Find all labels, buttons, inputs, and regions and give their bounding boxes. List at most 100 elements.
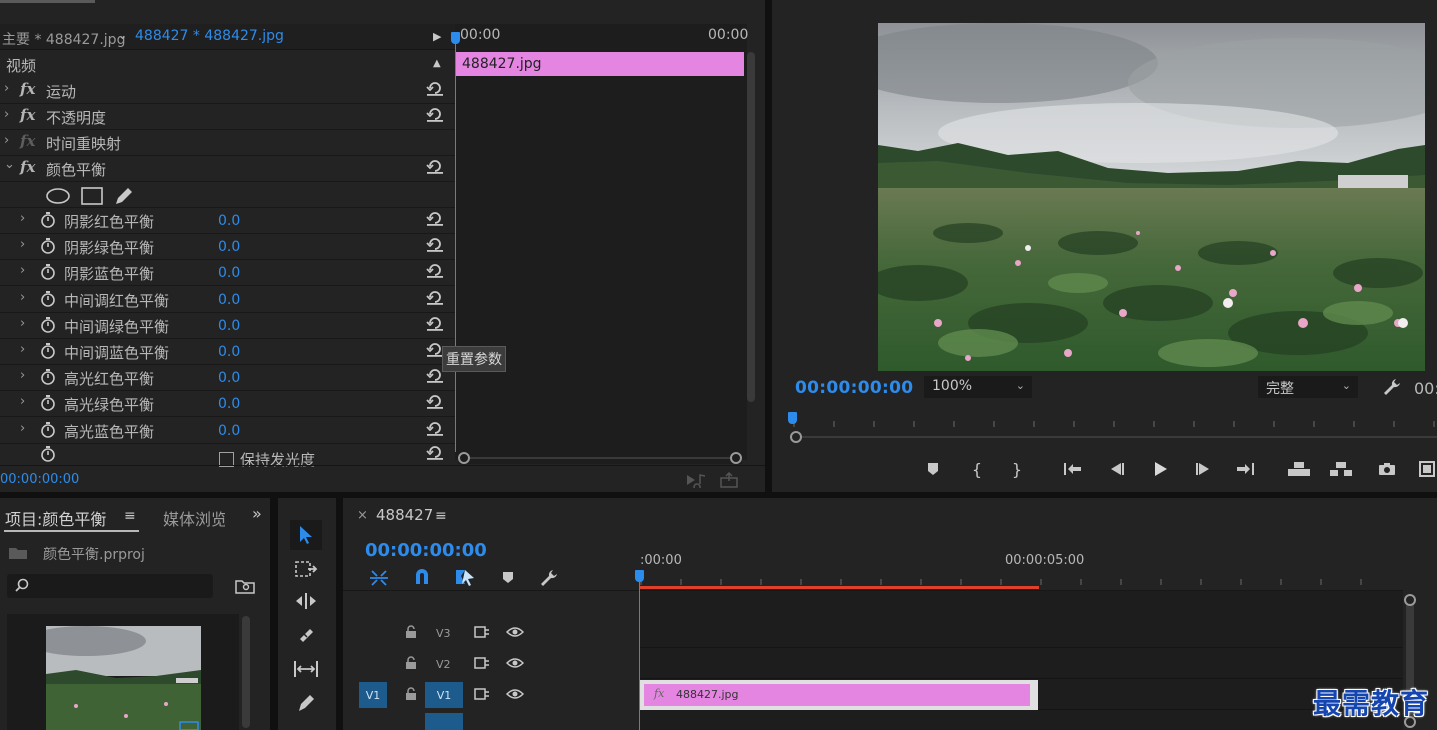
tab-project[interactable]: 项目:颜色平衡 — [5, 506, 106, 530]
reset-icon[interactable] — [426, 237, 444, 253]
stopwatch-icon[interactable] — [40, 368, 56, 386]
fx-icon[interactable]: fx — [20, 106, 35, 124]
tab-media-browser[interactable]: 媒体浏览 — [163, 506, 225, 530]
program-ruler[interactable] — [792, 413, 1437, 429]
tab-master-clip[interactable]: 主要 * 488427.jpg — [2, 29, 125, 49]
track-target-label[interactable]: V3 — [436, 627, 451, 640]
stopwatch-icon[interactable] — [40, 316, 56, 334]
stopwatch-icon[interactable] — [40, 211, 56, 229]
playhead-marker-icon[interactable] — [788, 412, 797, 424]
razor-tool[interactable] — [290, 620, 322, 650]
eye-icon[interactable] — [506, 688, 524, 700]
scrub-handle[interactable] — [790, 431, 802, 443]
param-row[interactable]: › 阴影蓝色平衡 0.0 — [0, 260, 455, 287]
chevron-right-icon[interactable]: › — [20, 342, 25, 357]
ripple-edit-tool[interactable] — [290, 586, 322, 616]
program-scrub-bar[interactable] — [794, 436, 1437, 438]
param-row[interactable]: › 高光红色平衡 0.0 — [0, 365, 455, 392]
close-icon[interactable]: × — [357, 508, 368, 523]
reset-icon[interactable] — [426, 81, 444, 97]
param-value[interactable]: 0.0 — [218, 344, 240, 360]
program-timecode[interactable]: 00:00:00:00 — [795, 378, 913, 398]
param-value[interactable]: 0.0 — [218, 370, 240, 386]
zoom-select[interactable]: 100% ⌄ — [924, 376, 1032, 398]
playhead-marker-icon[interactable] — [451, 32, 460, 44]
track-target-label[interactable]: V2 — [436, 658, 451, 671]
panel-menu-icon[interactable]: ≡ — [435, 508, 447, 524]
effect-row-motion[interactable]: › fx 运动 — [0, 78, 455, 104]
playhead-marker-icon[interactable] — [635, 570, 644, 582]
chevron-right-icon[interactable]: › — [20, 394, 25, 409]
stopwatch-icon[interactable] — [40, 237, 56, 255]
timeline-clip[interactable]: fx 488427.jpg — [640, 680, 1038, 710]
lock-icon[interactable] — [405, 656, 417, 670]
playback-quality-select[interactable]: 完整 ⌄ — [1258, 376, 1358, 398]
lock-icon[interactable] — [405, 687, 417, 701]
param-value[interactable]: 0.0 — [218, 292, 240, 308]
collapse-up-icon[interactable]: ▲ — [433, 58, 441, 69]
effect-vertical-scrollbar[interactable] — [747, 52, 755, 402]
scroll-handle-right[interactable] — [730, 452, 742, 464]
program-video-frame[interactable] — [878, 23, 1425, 371]
export-frame-camera-icon[interactable] — [1374, 456, 1400, 482]
sync-lock-icon[interactable] — [474, 657, 490, 669]
reset-icon[interactable] — [426, 159, 444, 175]
slip-tool[interactable] — [290, 654, 322, 684]
scroll-handle-top[interactable] — [1404, 594, 1416, 606]
mark-in-button[interactable]: { — [964, 456, 990, 482]
chevron-right-icon[interactable]: › — [20, 316, 25, 331]
param-row[interactable]: › 中间调蓝色平衡 0.0 — [0, 339, 455, 365]
step-forward-button[interactable] — [1190, 456, 1216, 482]
project-vertical-scrollbar[interactable] — [242, 616, 250, 728]
fx-icon[interactable]: fx — [20, 158, 35, 176]
chevron-down-icon[interactable]: ⌄ — [4, 157, 15, 172]
chevron-right-icon[interactable]: › — [20, 368, 25, 383]
chevron-right-icon[interactable]: › — [4, 81, 9, 96]
effect-playhead[interactable] — [455, 40, 456, 452]
project-search-input[interactable] — [7, 574, 213, 598]
pen-tool[interactable] — [290, 688, 322, 718]
reset-icon[interactable] — [426, 290, 444, 306]
new-bin-search-icon[interactable] — [235, 578, 255, 594]
eye-icon[interactable] — [506, 626, 524, 638]
mark-out-button[interactable]: } — [1004, 456, 1030, 482]
param-row[interactable]: › 高光绿色平衡 0.0 — [0, 391, 455, 418]
work-area-bar[interactable] — [640, 586, 1039, 589]
lock-icon[interactable] — [405, 625, 417, 639]
timeline-timecode[interactable]: 00:00:00:00 — [365, 540, 487, 561]
tab-sequence-clip[interactable]: 488427 * 488427.jpg — [135, 28, 284, 44]
reset-icon[interactable] — [426, 394, 444, 410]
stopwatch-icon[interactable] — [40, 421, 56, 439]
effect-horizontal-scrollbar[interactable] — [458, 452, 742, 464]
track-select-tool[interactable] — [290, 554, 322, 584]
reset-icon[interactable] — [426, 211, 444, 227]
reset-icon[interactable] — [426, 107, 444, 123]
param-value[interactable]: 0.0 — [218, 265, 240, 281]
track-target-v1[interactable]: V1 — [425, 682, 463, 708]
scroll-handle-left[interactable] — [458, 452, 470, 464]
stopwatch-icon[interactable] — [40, 445, 56, 463]
timeline-playhead[interactable] — [639, 578, 640, 730]
timeline-ruler[interactable] — [639, 571, 1399, 587]
sequence-tab[interactable]: 488427 — [376, 506, 433, 524]
play-button[interactable] — [1147, 456, 1173, 482]
track-target-a1[interactable] — [425, 713, 463, 730]
param-row[interactable]: › 阴影绿色平衡 0.0 — [0, 234, 455, 261]
reset-icon[interactable] — [426, 421, 444, 437]
reset-icon[interactable] — [426, 263, 444, 279]
param-value[interactable]: 0.0 — [218, 396, 240, 412]
selection-tool[interactable] — [290, 520, 322, 550]
chevron-right-icon[interactable]: › — [20, 421, 25, 436]
fx-icon[interactable]: fx — [20, 80, 35, 98]
go-to-out-button[interactable] — [1232, 456, 1258, 482]
more-panels-icon[interactable]: » — [252, 504, 262, 523]
effect-timeline-clip[interactable]: 488427.jpg — [456, 52, 744, 76]
param-row[interactable]: › 中间调红色平衡 0.0 — [0, 287, 455, 313]
reset-icon[interactable] — [426, 316, 444, 332]
param-row[interactable]: › 阴影红色平衡 0.0 — [0, 208, 455, 234]
sync-lock-icon[interactable] — [474, 688, 490, 700]
lift-button[interactable] — [1286, 456, 1312, 482]
chevron-right-icon[interactable]: › — [20, 263, 25, 278]
stopwatch-icon[interactable] — [40, 263, 56, 281]
effect-controls-timecode[interactable]: 00:00:00:00 — [0, 472, 79, 487]
